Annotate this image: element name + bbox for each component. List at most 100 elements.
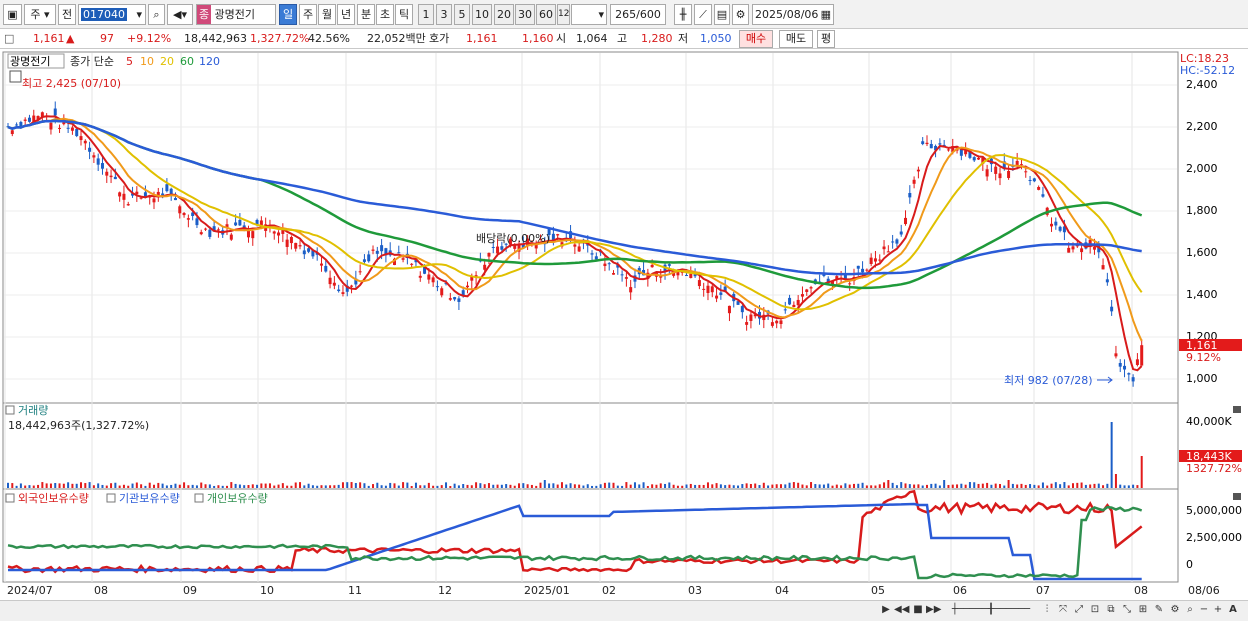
evaluate-button[interactable]: 평: [817, 30, 835, 48]
zoom-search-icon[interactable]: ⌕: [1184, 603, 1196, 619]
edit-icon[interactable]: ✎: [1152, 603, 1166, 619]
holding-tick: 5,000,000: [1186, 504, 1242, 517]
volume-bar: [573, 484, 576, 488]
candle-body: [109, 175, 113, 178]
volume-bar: [67, 482, 70, 488]
volume-bar: [883, 482, 886, 488]
volume-bar: [268, 483, 271, 488]
chart-area[interactable]: 광명전기 종가 단순 5 10 20 60 120 최고 2,425 (07/1…: [0, 50, 1248, 621]
settings-icon[interactable]: ⚙: [1168, 603, 1182, 619]
date-input[interactable]: 2025/08/06 ▦: [752, 4, 834, 25]
candle-body: [23, 119, 27, 121]
chart-type-icon[interactable]: ⫶: [1040, 603, 1054, 619]
market-code-button[interactable]: 전: [58, 4, 76, 25]
candle-type-icon[interactable]: ╫: [674, 4, 692, 25]
institution-icon[interactable]: [106, 493, 116, 503]
volume-bar: [732, 485, 735, 488]
candle-body: [83, 140, 87, 144]
volume-bar: [702, 484, 705, 488]
candle-body: [298, 245, 302, 247]
minute-option-5[interactable]: 5: [454, 4, 470, 25]
grid-toggle-icon[interactable]: [9, 70, 22, 83]
candle-body: [594, 256, 598, 260]
minute-option-120[interactable]: 120: [557, 4, 570, 25]
sell-button[interactable]: 매도: [779, 30, 813, 48]
candle-body: [702, 288, 706, 290]
volume-bar: [71, 483, 74, 488]
custom-period-select[interactable]: ▾: [571, 4, 607, 25]
minute-option-1[interactable]: 1: [418, 4, 434, 25]
minute-option-60[interactable]: 60: [536, 4, 556, 25]
volume-bar: [1093, 483, 1096, 488]
volume-bar: [1132, 484, 1135, 488]
layout-icon[interactable]: ▣: [3, 4, 22, 25]
font-size-icon[interactable]: A: [1226, 603, 1240, 619]
volume-bar: [1024, 484, 1027, 488]
minute-option-3[interactable]: 3: [436, 4, 452, 25]
holding-panel-close-icon[interactable]: [1233, 493, 1241, 500]
volume-bar: [457, 485, 460, 488]
zoom-in-icon[interactable]: +: [1212, 603, 1224, 619]
volume-bar: [492, 484, 495, 488]
period-year-button[interactable]: 년: [337, 4, 355, 25]
zoom-out-icon[interactable]: −: [1198, 603, 1210, 619]
chevron-down-icon[interactable]: ▾: [136, 5, 142, 24]
minute-option-10[interactable]: 10: [472, 4, 492, 25]
buy-button[interactable]: 매수: [739, 30, 773, 48]
volume-bar: [449, 485, 452, 488]
volume-bar: [1007, 480, 1010, 488]
search-icon[interactable]: ⌕: [148, 4, 165, 25]
candle-body: [229, 234, 233, 240]
volume-bar: [479, 483, 482, 488]
stock-name-field[interactable]: 종 광명전기: [196, 4, 276, 25]
market-select[interactable]: 주 ▾: [24, 4, 56, 25]
volume-bar: [891, 482, 894, 488]
stock-code-input[interactable]: 017040 ▾: [78, 4, 146, 25]
minute-option-30[interactable]: 30: [515, 4, 535, 25]
low-marker: 최저 982 (07/28): [1004, 374, 1093, 387]
candle-body: [882, 246, 886, 250]
minute-option-20[interactable]: 20: [494, 4, 514, 25]
volume-bar: [1050, 483, 1053, 488]
volume-bar: [247, 485, 250, 488]
calendar-icon[interactable]: ▦: [821, 5, 831, 24]
period-week-button[interactable]: 주: [299, 4, 317, 25]
forward-icon[interactable]: ▶▶: [926, 603, 941, 619]
volume-bar: [329, 485, 332, 488]
period-tick-button[interactable]: 틱: [395, 4, 413, 25]
zoom-slider[interactable]: ┼─────╂──────: [946, 603, 1036, 619]
period-second-button[interactable]: 초: [376, 4, 394, 25]
time-axis: 2024/07 08 09 10 11 12 2025/01 02 03 04 05 06 07 08 08…: [7, 584, 1220, 597]
gear-icon[interactable]: ⚙: [732, 4, 749, 25]
volume-panel-close-icon[interactable]: [1233, 406, 1241, 413]
candle-body: [453, 297, 457, 300]
rewind-icon[interactable]: ◀◀: [894, 603, 909, 619]
speaker-icon[interactable]: ◀▾: [167, 4, 193, 25]
volume-bar: [144, 485, 147, 488]
volume-bar: [410, 485, 413, 488]
volume-bar: [462, 484, 465, 488]
individual-icon[interactable]: [194, 493, 204, 503]
volume-panel-icon[interactable]: [5, 405, 15, 415]
save-icon[interactable]: ▤: [714, 4, 730, 25]
volume-bar: [552, 483, 555, 488]
draw-icon[interactable]: ⤢: [1072, 603, 1086, 619]
period-day-button[interactable]: 일: [279, 4, 297, 25]
volume-bar: [299, 482, 302, 488]
holding-panel-icon[interactable]: [5, 493, 15, 503]
play-icon[interactable]: ▶: [880, 603, 892, 619]
count-input[interactable]: 265/600: [610, 4, 666, 25]
stop-icon[interactable]: ■: [912, 603, 924, 619]
crosshair-icon[interactable]: ⤧: [1056, 603, 1070, 619]
period-month-button[interactable]: 월: [318, 4, 336, 25]
copy-icon[interactable]: ⧉: [1104, 603, 1118, 619]
indicator-icon[interactable]: ⊡: [1088, 603, 1102, 619]
line-type-icon[interactable]: ⟋: [694, 4, 712, 25]
collapse-icon[interactable]: □: [4, 31, 14, 47]
trend-icon[interactable]: ⤡: [1120, 603, 1134, 619]
candle-body: [650, 264, 654, 268]
candle-body: [779, 320, 783, 325]
period-minute-button[interactable]: 분: [357, 4, 375, 25]
candle-body: [891, 241, 895, 243]
tools-icon[interactable]: ⊞: [1136, 603, 1150, 619]
